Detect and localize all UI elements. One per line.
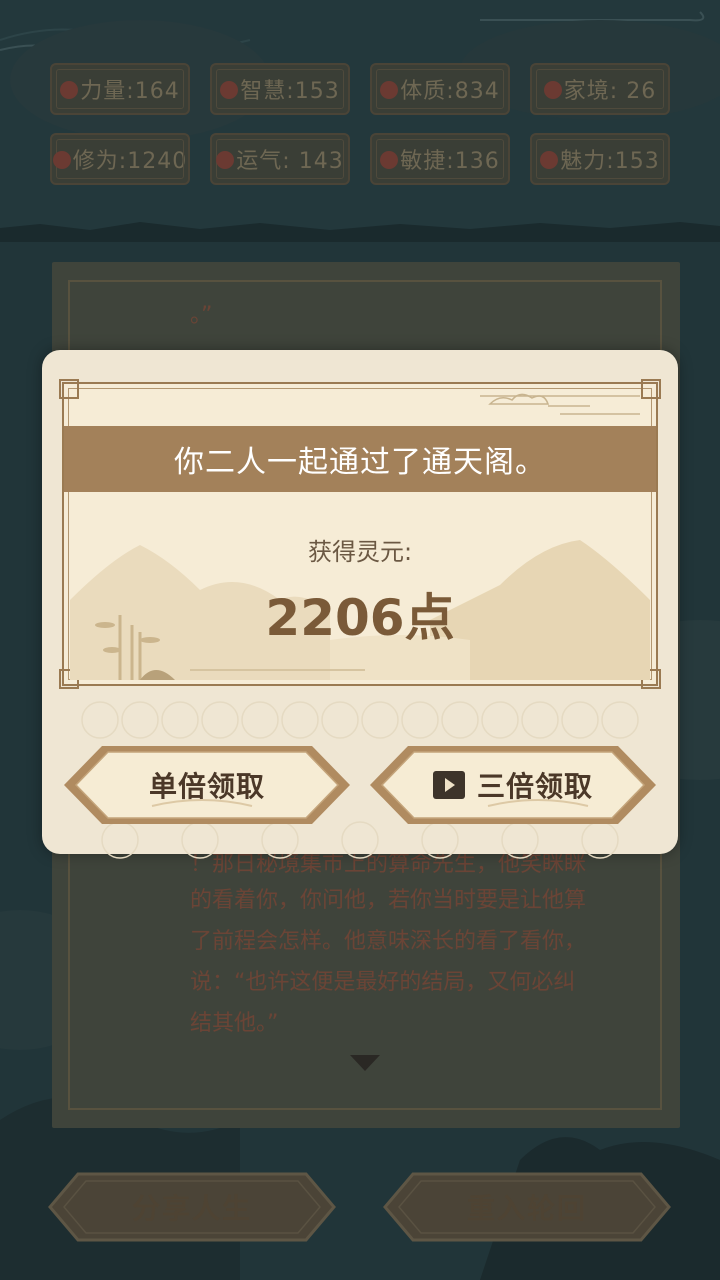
scroll-down-arrow-icon[interactable]: [350, 1055, 380, 1071]
story-line: 结其他。”: [190, 1011, 279, 1036]
story-line: 说：“也许这便是最好的结局，又何必纠: [190, 970, 576, 995]
stat-wisdom: 智慧:153: [210, 63, 350, 115]
stat-agility: 敏捷:136: [370, 133, 510, 185]
stat-charm: 魅力:153: [530, 133, 670, 185]
share-life-button[interactable]: 分享人生: [48, 1172, 336, 1242]
stat-family: 家境: 26: [530, 63, 670, 115]
video-play-icon: [432, 771, 465, 799]
cloud-icon: [52, 151, 71, 169]
fist-icon: [60, 81, 79, 99]
story-fragment-top: 。”: [190, 303, 213, 328]
stat-constitution: 体质:834: [370, 63, 510, 115]
reward-label: 获得灵元:: [307, 538, 413, 566]
restart-cycle-button[interactable]: 重入轮回: [383, 1172, 671, 1242]
square-icon: [216, 151, 235, 169]
reward-amount: 2206点: [265, 589, 455, 647]
gear-icon: [380, 81, 399, 99]
heart-icon: [540, 151, 559, 169]
family-icon: [543, 81, 562, 99]
story-line: 的看着你，你问他，若你当时要是让他算: [190, 888, 587, 913]
lightning-icon: [380, 151, 399, 169]
stat-cultivation: 修为:1240: [50, 133, 190, 185]
single-claim-button[interactable]: 单倍领取: [62, 744, 352, 826]
stat-strength: 力量:164: [50, 63, 190, 115]
dialog-title: 你二人一起通过了通天阁。: [64, 426, 656, 492]
stat-luck: 运气: 143: [210, 133, 350, 185]
lightbulb-icon: [220, 81, 239, 99]
story-line: 了前程会怎样。他意味深长的看了看你，: [190, 929, 587, 954]
triple-claim-button[interactable]: 三倍领取: [368, 744, 658, 826]
